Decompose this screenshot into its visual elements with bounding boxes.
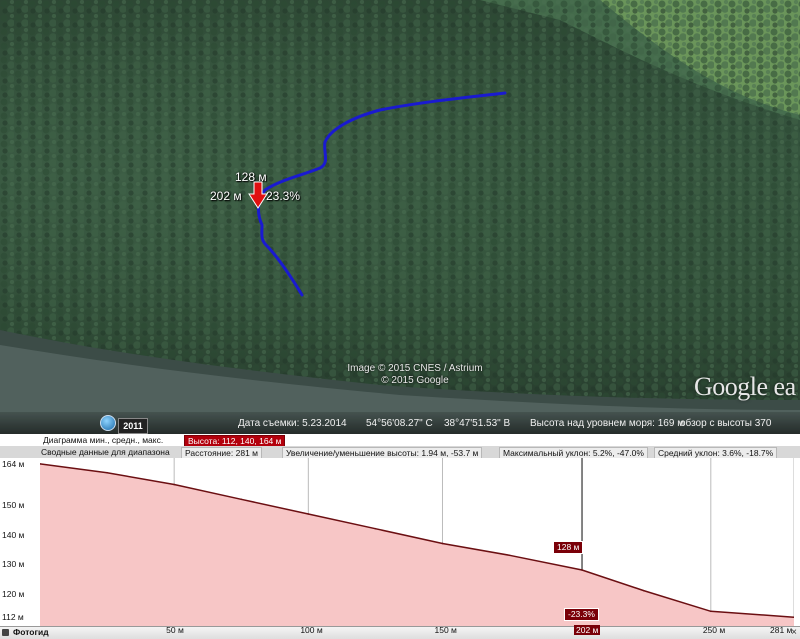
y-tick-label: 120 м (2, 588, 25, 599)
y-tick-label: 150 м (2, 500, 25, 511)
profile-bottom-bar: Фотогид × (0, 626, 800, 639)
x-tick-label: 50 м (166, 625, 184, 635)
x-tick-label: 100 м (300, 625, 323, 635)
cursor-slope-tag: -23.3% (564, 608, 599, 621)
historical-imagery-icon[interactable] (100, 415, 116, 431)
x-tick-label: 150 м (434, 625, 457, 635)
credits-line-1: Image © 2015 CNES / Astrium (347, 363, 483, 374)
elevation-point (173, 483, 175, 486)
longitude: 38°47'51.53" В (444, 418, 511, 429)
latitude: 54°56'08.27" С (366, 418, 433, 429)
y-tick-label: 130 м (2, 559, 25, 570)
elevation-point (642, 589, 645, 592)
elevation-point (106, 471, 108, 474)
y-tick-label: 112 м (2, 612, 24, 623)
elevation-point (441, 542, 444, 545)
elevation-point (581, 569, 583, 571)
summary-label: Сводные данные для диапазона (41, 447, 170, 457)
x-tick-label: 202 м (574, 625, 601, 635)
y-tick-label: 140 м (2, 529, 25, 540)
photo-guide-button[interactable]: Фотогид (2, 627, 49, 638)
google-logo: Google ea (694, 372, 796, 401)
capture-date: Дата съемки: 5.23.2014 (238, 418, 347, 429)
profile-header-row: Диаграмма мин., средн., макс. Высота: 11… (0, 434, 800, 447)
imagery-credits: Image © 2015 CNES / Astrium © 2015 Googl… (340, 363, 490, 387)
elevation-point (710, 610, 712, 613)
red-arrow-down-icon[interactable] (248, 180, 268, 210)
x-tick-label: 250 м (702, 625, 726, 635)
elevation-plot[interactable] (40, 458, 794, 626)
historical-year-button[interactable]: 2011 (118, 418, 148, 434)
profile-summary-row: Сводные данные для диапазона Расстояние:… (0, 446, 800, 459)
elevation-point (508, 554, 511, 557)
elevation-point (374, 527, 377, 530)
elevation-point (307, 513, 310, 515)
eye-altitude: обзор с высоты 370 (680, 418, 772, 429)
y-tick-label: 164 м (2, 458, 25, 469)
diagram-label: Диаграмма мин., средн., макс. (43, 435, 164, 445)
satellite-map[interactable]: 128 м 202 м -23.3% Image © 2015 CNES / A… (0, 0, 800, 434)
ground-altitude: Высота над уровнем моря: 169 м (530, 418, 685, 429)
x-tick-label: 281 м (770, 625, 793, 635)
elevation-profile-panel: Диаграмма мин., средн., макс. Высота: 11… (0, 434, 800, 639)
cursor-elevation-tag: 128 м (553, 541, 584, 554)
marker-distance-label: 202 м (210, 189, 242, 203)
credits-line-2: © 2015 Google (381, 375, 449, 386)
status-bar: 2011 Дата съемки: 5.23.2014 54°56'08.27"… (0, 412, 800, 434)
elevation-chart-svg (40, 458, 794, 626)
elevation-point (240, 498, 243, 501)
